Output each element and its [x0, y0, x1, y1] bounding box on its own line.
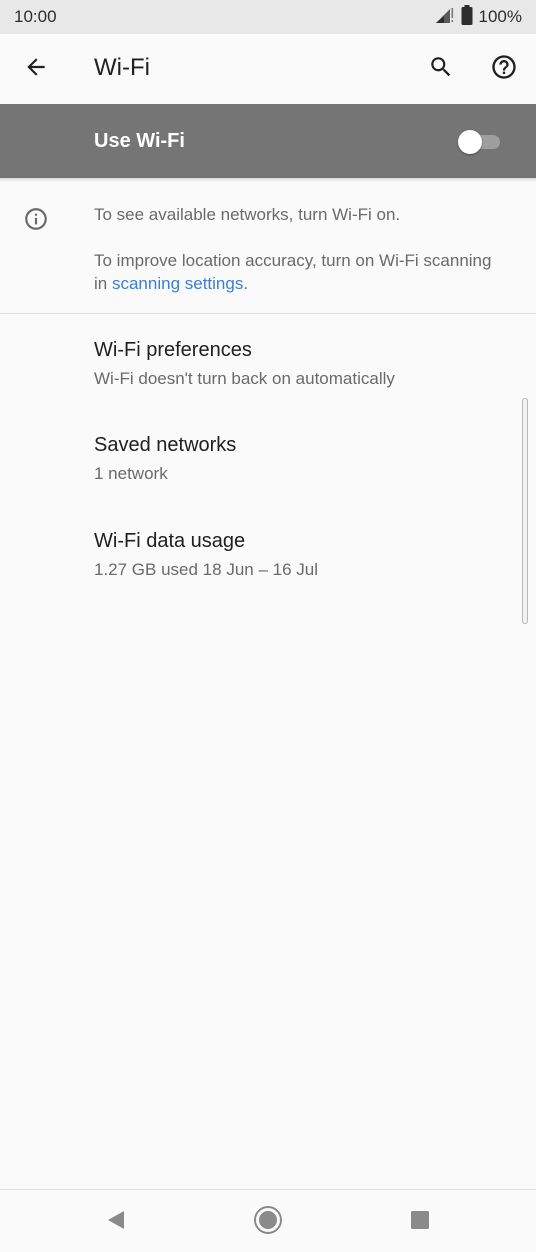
status-bar: 10:00 100% — [0, 0, 536, 34]
item-title: Wi-Fi preferences — [94, 339, 252, 361]
system-navigation-bar — [0, 1189, 536, 1252]
status-time: 10:00 — [14, 7, 57, 26]
info-text-scanning: To improve location accuracy, turn on Wi… — [94, 249, 494, 295]
nav-back-icon — [106, 1210, 126, 1235]
item-subtitle: 1.27 GB used 18 Jun – 16 Jul — [94, 560, 318, 579]
item-title: Wi-Fi data usage — [94, 530, 246, 552]
app-bar: Wi-Fi — [0, 34, 536, 104]
item-title: Saved networks — [94, 434, 237, 456]
use-wifi-switch-bar[interactable]: Use Wi-Fi — [0, 104, 536, 178]
master-bar-shadow — [0, 178, 536, 182]
info-text-wifi-off: To see available networks, turn Wi-Fi on… — [94, 205, 401, 224]
wifi-preferences-item[interactable]: Wi-Fi preferences Wi-Fi doesn't turn bac… — [0, 339, 510, 433]
saved-networks-item[interactable]: Saved networks 1 network — [0, 434, 510, 528]
nav-recents-icon — [410, 1210, 430, 1235]
section-divider — [0, 313, 536, 314]
item-subtitle: Wi-Fi doesn't turn back on automatically — [94, 369, 395, 388]
info-text-scanning-suffix: . — [243, 274, 249, 293]
info-icon — [23, 206, 49, 232]
nav-recents-button[interactable] — [398, 1200, 442, 1244]
wifi-settings-screen: 10:00 100% Wi-Fi Use Wi-Fi To see availa… — [0, 0, 536, 1252]
item-subtitle: 1 network — [94, 464, 168, 483]
back-arrow-icon — [23, 54, 49, 85]
signal-icon — [435, 6, 455, 29]
scanning-settings-link[interactable]: scanning settings — [112, 274, 243, 293]
toggle-thumb — [458, 130, 482, 154]
status-icons: 100% — [435, 4, 522, 30]
nav-home-button[interactable] — [246, 1200, 290, 1244]
nav-home-icon — [253, 1205, 283, 1240]
battery-percentage: 100% — [478, 7, 522, 26]
use-wifi-label: Use Wi-Fi — [94, 130, 185, 152]
help-icon — [490, 53, 518, 86]
wifi-data-usage-item[interactable]: Wi-Fi data usage 1.27 GB used 18 Jun – 1… — [0, 530, 510, 624]
nav-back-button[interactable] — [94, 1200, 138, 1244]
scrollbar[interactable] — [522, 398, 528, 624]
battery-icon — [461, 4, 473, 30]
page-title: Wi-Fi — [94, 54, 150, 81]
back-button[interactable] — [14, 47, 58, 91]
search-button[interactable] — [419, 47, 463, 91]
help-button[interactable] — [482, 47, 526, 91]
search-icon — [428, 54, 454, 85]
wifi-toggle-switch[interactable] — [458, 130, 502, 154]
